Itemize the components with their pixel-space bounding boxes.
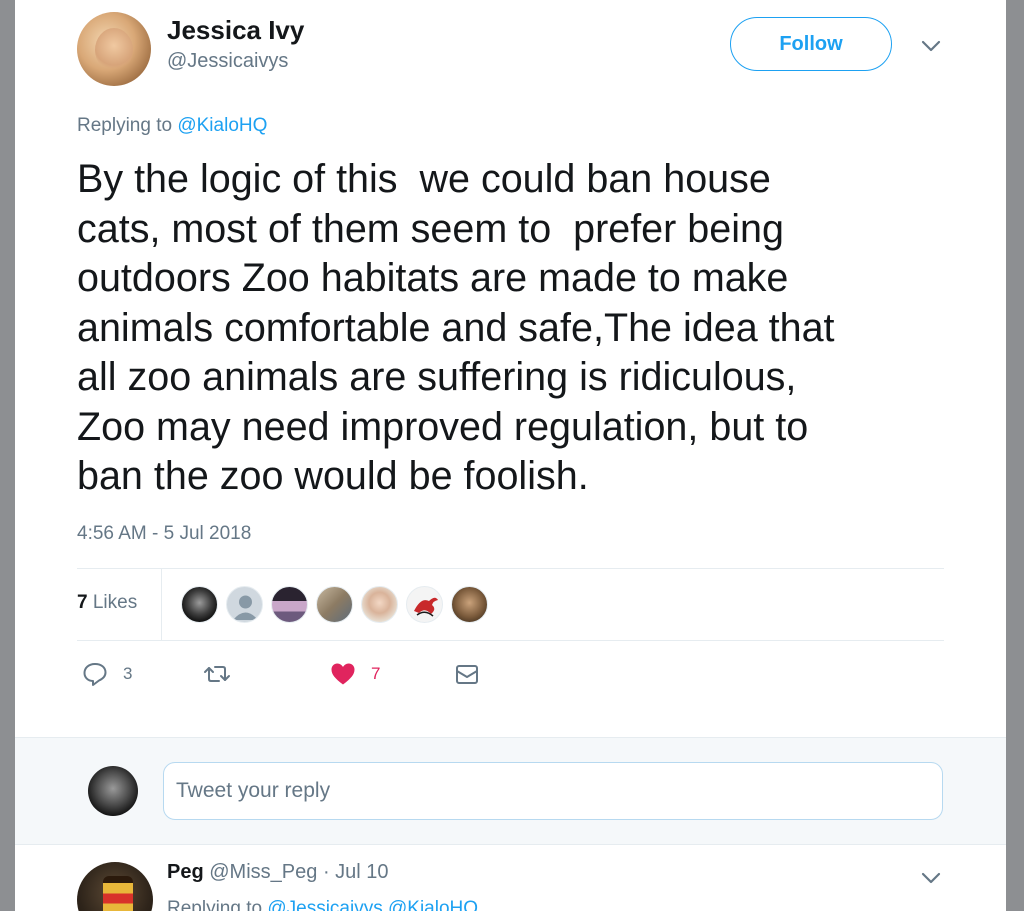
reply-date[interactable]: Jul 10 xyxy=(335,861,388,883)
reply-count: 3 xyxy=(123,664,133,683)
tweet-card: Jessica Ivy @Jessicaivys Follow Replying… xyxy=(15,0,1006,911)
liker-avatar[interactable] xyxy=(271,586,308,623)
chevron-down-icon[interactable] xyxy=(918,868,944,888)
replying-to-link[interactable]: @Jessicaivys @KialoHQ xyxy=(267,898,478,911)
default-user-icon xyxy=(233,595,258,620)
likes-text: Likes xyxy=(92,592,138,613)
retweet-action[interactable] xyxy=(203,660,245,688)
chevron-down-icon[interactable] xyxy=(918,36,944,56)
like-count: 7 xyxy=(371,664,381,683)
liker-avatar[interactable] xyxy=(451,586,488,623)
tweet-text: By the logic of this we could ban house … xyxy=(77,157,835,498)
reply-action[interactable]: 3 xyxy=(81,660,132,688)
liker-avatar[interactable] xyxy=(226,586,263,623)
divider xyxy=(77,568,944,569)
liker-avatar[interactable] xyxy=(406,586,443,623)
reply-author-line: Peg @Miss_Peg · Jul 10 xyxy=(167,861,389,884)
separator-dot: · xyxy=(322,861,330,883)
heart-icon xyxy=(331,663,355,685)
reply-composer: Tweet your reply xyxy=(15,737,1006,845)
author-name[interactable]: Jessica Ivy xyxy=(167,15,304,46)
replying-prefix: Replying to xyxy=(77,115,173,136)
direct-message-action[interactable] xyxy=(453,660,481,688)
tweet-timestamp[interactable]: 4:56 AM - 5 Jul 2018 xyxy=(77,523,251,545)
divider xyxy=(161,568,162,640)
follow-button[interactable]: Follow xyxy=(730,17,892,71)
liker-avatar[interactable] xyxy=(181,586,218,623)
like-action[interactable]: 7 xyxy=(329,660,380,688)
dragon-logo-icon xyxy=(414,597,438,617)
reply-replying-to: Replying to @Jessicaivys @KialoHQ xyxy=(167,898,478,911)
reply-author-avatar[interactable] xyxy=(77,862,153,911)
reply-author-handle[interactable]: @Miss_Peg xyxy=(209,861,317,883)
reply-author-name[interactable]: Peg xyxy=(167,861,204,883)
divider xyxy=(77,640,944,641)
author-handle[interactable]: @Jessicaivys xyxy=(167,50,288,73)
reply-input[interactable]: Tweet your reply xyxy=(163,762,943,820)
likes-count[interactable]: 7 Likes xyxy=(77,592,137,614)
envelope-icon xyxy=(456,665,478,684)
liker-avatar[interactable] xyxy=(316,586,353,623)
likers-avatars xyxy=(181,586,488,623)
likes-number: 7 xyxy=(77,592,88,613)
retweet-icon xyxy=(204,666,230,682)
current-user-avatar[interactable] xyxy=(88,766,138,816)
replying-prefix: Replying to xyxy=(167,898,263,911)
replying-to-link[interactable]: @KialoHQ xyxy=(177,115,267,136)
author-avatar[interactable] xyxy=(77,12,151,86)
reply-icon xyxy=(83,663,107,686)
replying-to: Replying to @KialoHQ xyxy=(77,115,267,137)
liker-avatar[interactable] xyxy=(361,586,398,623)
